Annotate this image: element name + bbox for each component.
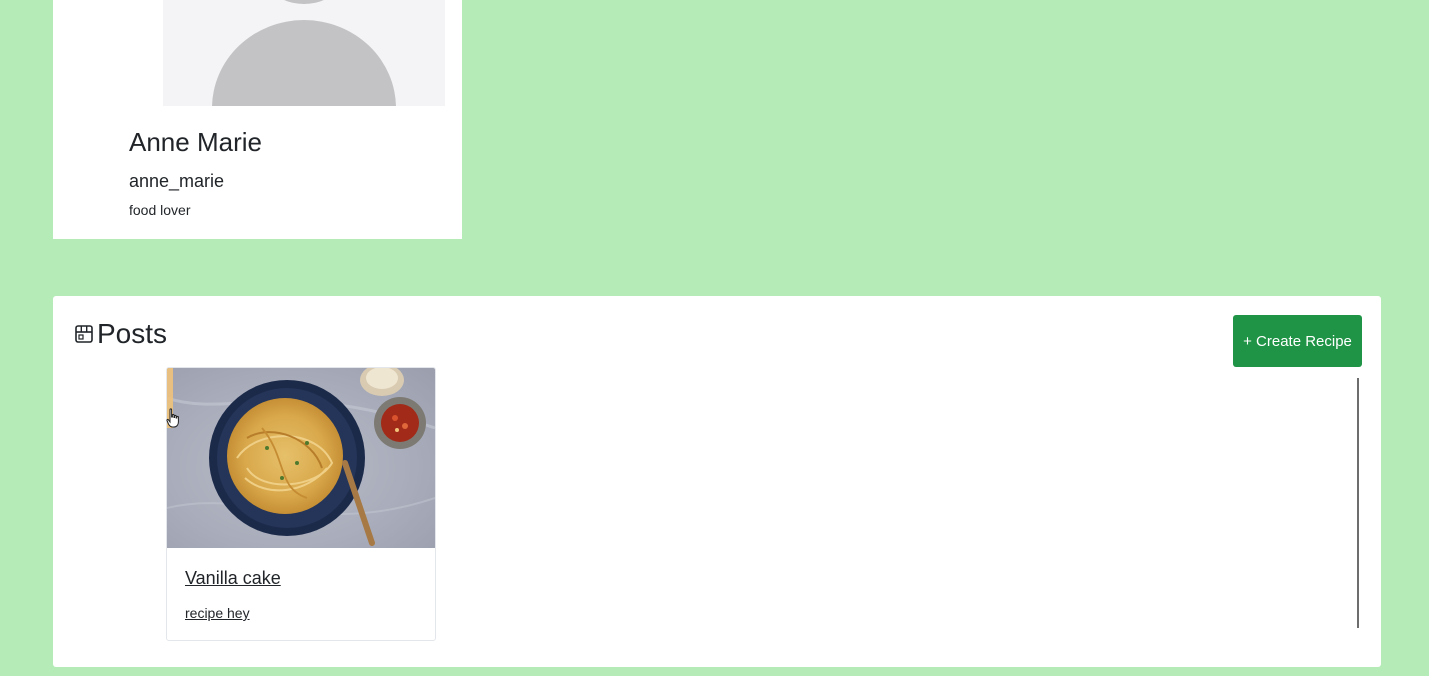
create-recipe-button[interactable]: + Create Recipe — [1233, 315, 1362, 367]
posts-title: Posts — [97, 318, 168, 349]
scrollbar[interactable] — [1357, 378, 1359, 628]
posts-section: Posts + Create Recipe Vanilla cake recip… — [53, 296, 1381, 667]
recipe-card[interactable]: Vanilla cake recipe hey — [166, 367, 436, 641]
profile-name: Anne Marie — [129, 127, 262, 157]
profile-card: Anne Marie anne_marie food lover — [53, 0, 462, 239]
profile-bio: food lover — [129, 202, 191, 218]
default-avatar-icon — [163, 0, 445, 106]
recipe-title-link[interactable]: Vanilla cake — [185, 567, 281, 589]
shop-icon — [73, 323, 95, 345]
posts-heading: Posts — [73, 316, 167, 352]
recipe-description-link[interactable]: recipe hey — [185, 604, 250, 622]
recipe-image[interactable] — [167, 368, 435, 548]
profile-username: anne_marie — [129, 171, 225, 191]
avatar — [163, 0, 445, 106]
